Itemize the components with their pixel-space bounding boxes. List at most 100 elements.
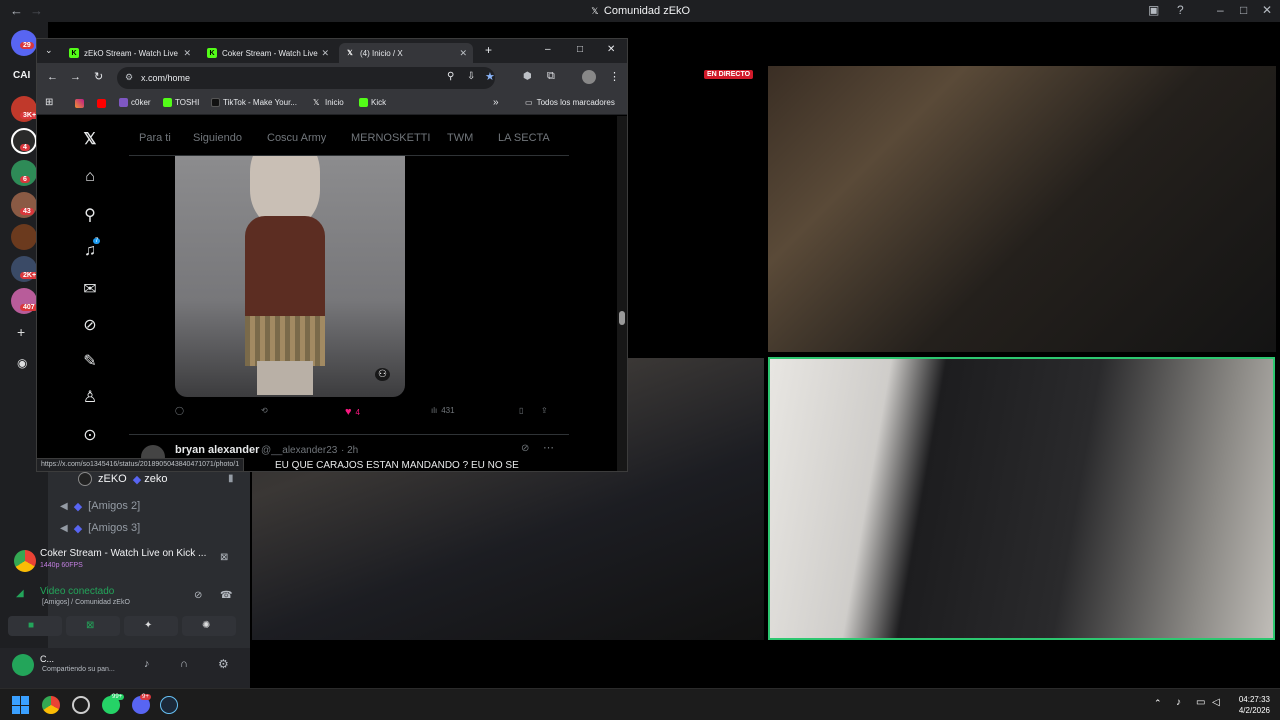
minimize-button[interactable]: – [1217, 3, 1224, 17]
tab-coker-stream[interactable]: K Coker Stream - Watch Live ✕ [201, 43, 335, 63]
tab-mernosketti[interactable]: MERNOSKETTI [351, 132, 430, 144]
x-home-page: 𝕏 ⌂ ⚲ ♫ 7 ✉ ⊘ ✎ ♙ ⊙ Para ti Siguiendo Co… [37, 116, 627, 471]
close-tab-icon[interactable]: ✕ [459, 48, 467, 59]
bookmark-inicio[interactable]: 𝕏 Inicio [313, 98, 344, 107]
stop-stream-icon[interactable]: ⊠ [220, 552, 228, 563]
notifications-bell-icon[interactable]: ♫ [81, 242, 99, 260]
post-author-handle[interactable]: @__alexander23 [261, 445, 337, 456]
close-button[interactable]: ✕ [1262, 3, 1272, 17]
page-scrollbar[interactable] [617, 116, 627, 471]
tab-zeko-stream[interactable]: K zEkO Stream - Watch Live ✕ [63, 43, 197, 63]
tab-para-ti[interactable]: Para ti [139, 132, 171, 144]
post-image[interactable]: ⚇ [175, 156, 405, 397]
forward-arrow-icon[interactable]: → [70, 71, 81, 83]
inbox-icon[interactable]: ▣ [1148, 3, 1159, 17]
tab-la-secta[interactable]: LA SECTA [498, 132, 550, 144]
channel-dot-icon: ◆ [73, 522, 83, 535]
avatar[interactable] [12, 654, 34, 676]
x-icon: 𝕏 [347, 50, 353, 57]
maximize-button[interactable]: □ [577, 44, 583, 55]
disconnect-icon[interactable]: ☎ [220, 590, 232, 601]
settings-gear-icon[interactable]: ⚙ [218, 657, 229, 671]
grok-icon[interactable]: ⊘ [81, 316, 99, 334]
profile-icon[interactable]: ♙ [81, 388, 99, 406]
install-app-icon[interactable]: ⇩ [467, 71, 475, 82]
instagram-icon[interactable] [75, 99, 84, 108]
like-button[interactable]: ♥ 4 [345, 406, 360, 418]
windows-start-icon[interactable] [12, 696, 30, 714]
bookmark-kick[interactable]: Kick [359, 98, 386, 107]
back-arrow-icon[interactable]: ← [47, 71, 58, 83]
bookmark-icon[interactable]: ▯ [519, 406, 523, 415]
discover-icon[interactable]: ◉ [17, 356, 27, 370]
lists-icon[interactable]: ✎ [81, 352, 99, 370]
close-tab-icon[interactable]: ✕ [183, 48, 191, 59]
more-options-icon[interactable]: ⋯ [543, 441, 554, 454]
more-options-icon[interactable]: ⊙ [81, 426, 99, 444]
site-info-icon[interactable]: ⚙ [125, 72, 133, 83]
noise-suppression-icon[interactable]: ⊘ [194, 590, 202, 601]
x-logo-icon[interactable]: 𝕏 [81, 130, 99, 148]
grok-icon[interactable]: ⊘ [521, 443, 529, 454]
soundboard-button[interactable]: ✺ [182, 616, 236, 636]
screen-share-button[interactable]: ⊠ [66, 616, 120, 636]
tab-siguiendo[interactable]: Siguiendo [193, 132, 242, 144]
headphones-icon[interactable]: ∩ [180, 658, 188, 670]
messages-mail-icon[interactable]: ✉ [81, 280, 99, 298]
home-icon[interactable]: ⌂ [81, 168, 99, 186]
help-icon[interactable]: ? [1177, 3, 1184, 17]
microphone-icon[interactable]: ♪ [144, 658, 150, 670]
activities-button[interactable]: ✦ [124, 616, 178, 636]
close-tab-icon[interactable]: ✕ [321, 48, 329, 59]
bookmark-c0ker[interactable]: c0ker [119, 98, 151, 107]
youtube-icon[interactable] [97, 99, 106, 108]
extension-shield-icon[interactable]: ⬢ [523, 71, 532, 82]
steam-taskbar-icon[interactable] [160, 696, 178, 714]
tab-x-home[interactable]: 𝕏 (4) Inicio / X ✕ [339, 43, 473, 63]
repost-icon[interactable]: ⟲ [261, 406, 268, 415]
taskbar-clock[interactable]: 04:27:33 4/2/2026 [1239, 694, 1270, 716]
zoom-icon[interactable]: ⚲ [447, 71, 454, 82]
kick-icon: K [207, 48, 217, 58]
chrome-icon [14, 550, 36, 572]
show-hidden-icons-icon[interactable]: ⌃ [1154, 698, 1162, 709]
tab-search-icon[interactable]: ⌄ [45, 45, 53, 56]
post-text: EU QUE CARAJOS ESTAN MANDANDO ? EU NO SE [275, 460, 519, 471]
sub-channel-amigos-2[interactable]: ◀ ◆ [Amigos 2] [60, 497, 140, 515]
camera-button[interactable]: ■ [8, 616, 62, 636]
volume-icon[interactable]: ◁ [1212, 697, 1220, 708]
tab-twm[interactable]: TWM [447, 132, 473, 144]
tab-coscu-army[interactable]: Coscu Army [267, 132, 326, 144]
profile-avatar[interactable] [582, 70, 596, 84]
apps-grid-icon[interactable]: ⊞ [45, 97, 53, 108]
more-bookmarks-icon[interactable]: » [493, 97, 499, 108]
add-server-icon[interactable]: + [17, 324, 25, 340]
image-alt-icon[interactable]: ⚇ [375, 368, 390, 381]
server-icon[interactable] [11, 224, 37, 250]
chrome-taskbar-icon[interactable] [42, 696, 60, 714]
obs-taskbar-icon[interactable] [72, 696, 90, 714]
views-button[interactable]: ılı 431 [431, 406, 455, 415]
address-bar[interactable]: ⚙ x.com/home ⚲ ⇩ ★ [117, 67, 495, 89]
network-icon[interactable]: ▭ [1196, 697, 1205, 708]
sub-channel-amigos-3[interactable]: ◀ ◆ [Amigos 3] [60, 519, 140, 537]
search-icon[interactable]: ⚲ [81, 206, 99, 224]
bookmark-star-icon[interactable]: ★ [485, 70, 495, 83]
new-tab-button[interactable]: + [485, 43, 492, 57]
minimize-button[interactable]: – [545, 44, 551, 55]
reply-icon[interactable]: ◯ [175, 406, 184, 415]
close-button[interactable]: ✕ [607, 44, 615, 55]
stream-panel[interactable]: Coker Stream - Watch Live on Kick ... 14… [8, 544, 240, 580]
microphone-icon[interactable]: ♪ [1176, 697, 1181, 708]
bookmark-tiktok[interactable]: TikTok - Make Your... [211, 98, 297, 107]
share-icon[interactable]: ⇪ [541, 406, 548, 415]
all-bookmarks-folder[interactable]: ▭ Todos los marcadores [525, 98, 615, 107]
reload-icon[interactable]: ↻ [94, 70, 103, 83]
chrome-menu-icon[interactable]: ⋮ [609, 70, 620, 83]
voice-location[interactable]: [Amigos] / Comunidad zEkO [42, 599, 130, 606]
post-author-name[interactable]: bryan alexander [175, 444, 259, 456]
scrollbar-thumb[interactable] [619, 311, 625, 325]
extensions-icon[interactable]: ⧉ [547, 70, 555, 83]
maximize-button[interactable]: □ [1240, 3, 1247, 17]
bookmark-toshi[interactable]: TOSHI [163, 98, 199, 107]
